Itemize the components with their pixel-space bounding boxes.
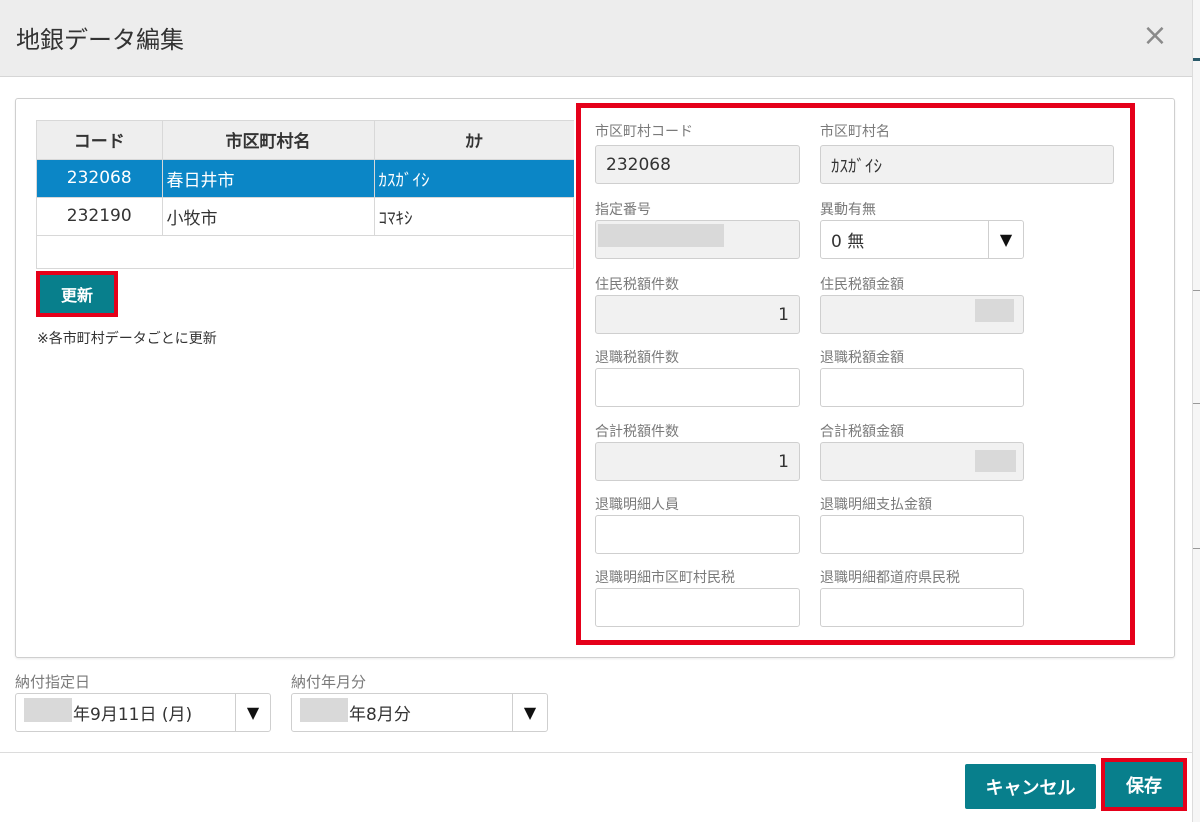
- muni-name-field[interactable]: ｶｽｶﾞｲｼ: [820, 145, 1114, 184]
- retirement-tax-count-field[interactable]: [595, 368, 800, 407]
- cell-name[interactable]: 春日井市: [162, 159, 375, 198]
- muni-name-label: 市区町村名: [820, 124, 890, 140]
- edge-mark: [1193, 58, 1200, 61]
- retirement-tax-count-label: 退職税額件数: [595, 350, 679, 366]
- payment-date-label: 納付指定日: [15, 673, 91, 691]
- chevron-down-icon[interactable]: ▼: [988, 221, 1023, 258]
- table-row[interactable]: 232068 春日井市 ｶｽｶﾞｲｼ: [37, 159, 574, 198]
- table-row[interactable]: 232190 小牧市 ｺﾏｷｼ: [37, 197, 574, 236]
- retirement-detail-pref-tax-label: 退職明細都道府県民税: [820, 570, 960, 586]
- cell-name[interactable]: 小牧市: [162, 197, 375, 236]
- cell-kana[interactable]: ｶｽｶﾞｲｼ: [374, 159, 574, 198]
- edge-mark: [1193, 548, 1200, 549]
- resident-tax-count-field[interactable]: 1: [595, 295, 800, 334]
- masked-value: [975, 450, 1016, 472]
- column-header-code[interactable]: コード: [37, 121, 163, 160]
- masked-value: [24, 698, 72, 722]
- edge-mark: [1193, 290, 1200, 291]
- payment-period-label: 納付年月分: [291, 673, 367, 691]
- masked-value: [975, 299, 1014, 322]
- save-button[interactable]: 保存: [1101, 758, 1187, 811]
- resident-tax-count-label: 住民税額件数: [595, 277, 679, 293]
- chevron-down-icon[interactable]: ▼: [235, 694, 270, 731]
- update-button[interactable]: 更新: [36, 271, 118, 317]
- retirement-detail-muni-tax-label: 退職明細市区町村民税: [595, 570, 735, 586]
- edge-mark: [1193, 403, 1200, 404]
- muni-code-label: 市区町村コード: [595, 124, 693, 140]
- retirement-tax-amount-field[interactable]: [820, 368, 1024, 407]
- dialog-header: 地銀データ編集 ×: [0, 0, 1192, 77]
- table-header-row: コード 市区町村名 ｶﾅ: [37, 121, 574, 160]
- municipality-table: コード 市区町村名 ｶﾅ 232068 春日井市 ｶｽｶﾞｲｼ 232190 小…: [36, 120, 574, 269]
- retirement-detail-muni-tax-field[interactable]: [595, 588, 800, 627]
- retirement-tax-amount-label: 退職税額金額: [820, 350, 904, 366]
- column-header-name[interactable]: 市区町村名: [162, 121, 375, 160]
- dialog-title: 地銀データ編集: [16, 26, 184, 54]
- close-icon[interactable]: ×: [1140, 21, 1170, 52]
- retirement-detail-paid-label: 退職明細支払金額: [820, 497, 932, 513]
- change-flag-label: 異動有無: [820, 202, 876, 218]
- update-note: ※各市町村データごとに更新: [37, 331, 217, 347]
- retirement-detail-people-field[interactable]: [595, 515, 800, 554]
- background-page-edge: [1192, 0, 1200, 822]
- masked-value: [598, 224, 724, 247]
- cell-kana[interactable]: ｺﾏｷｼ: [374, 197, 574, 236]
- muni-code-field[interactable]: 232068: [595, 145, 800, 184]
- cancel-button[interactable]: キャンセル: [965, 764, 1096, 809]
- chevron-down-icon[interactable]: ▼: [512, 694, 547, 731]
- cell-code[interactable]: 232068: [37, 159, 163, 198]
- cell-code[interactable]: 232190: [37, 197, 163, 236]
- edit-dialog: 地銀データ編集 × コード 市区町村名 ｶﾅ 232068 春日井市 ｶｽｶﾞｲ…: [0, 0, 1192, 822]
- total-tax-count-field[interactable]: 1: [595, 442, 800, 481]
- masked-value: [300, 698, 348, 722]
- resident-tax-amount-label: 住民税額金額: [820, 277, 904, 293]
- change-flag-select[interactable]: 0 無 ▼: [820, 220, 1024, 259]
- column-header-kana[interactable]: ｶﾅ: [374, 121, 574, 160]
- change-flag-value: 0 無: [831, 232, 865, 252]
- total-tax-count-label: 合計税額件数: [595, 424, 679, 440]
- retirement-detail-paid-field[interactable]: [820, 515, 1024, 554]
- designation-number-label: 指定番号: [595, 202, 651, 218]
- total-tax-amount-label: 合計税額金額: [820, 424, 904, 440]
- footer-divider: [0, 752, 1192, 753]
- retirement-detail-people-label: 退職明細人員: [595, 497, 679, 513]
- retirement-detail-pref-tax-field[interactable]: [820, 588, 1024, 627]
